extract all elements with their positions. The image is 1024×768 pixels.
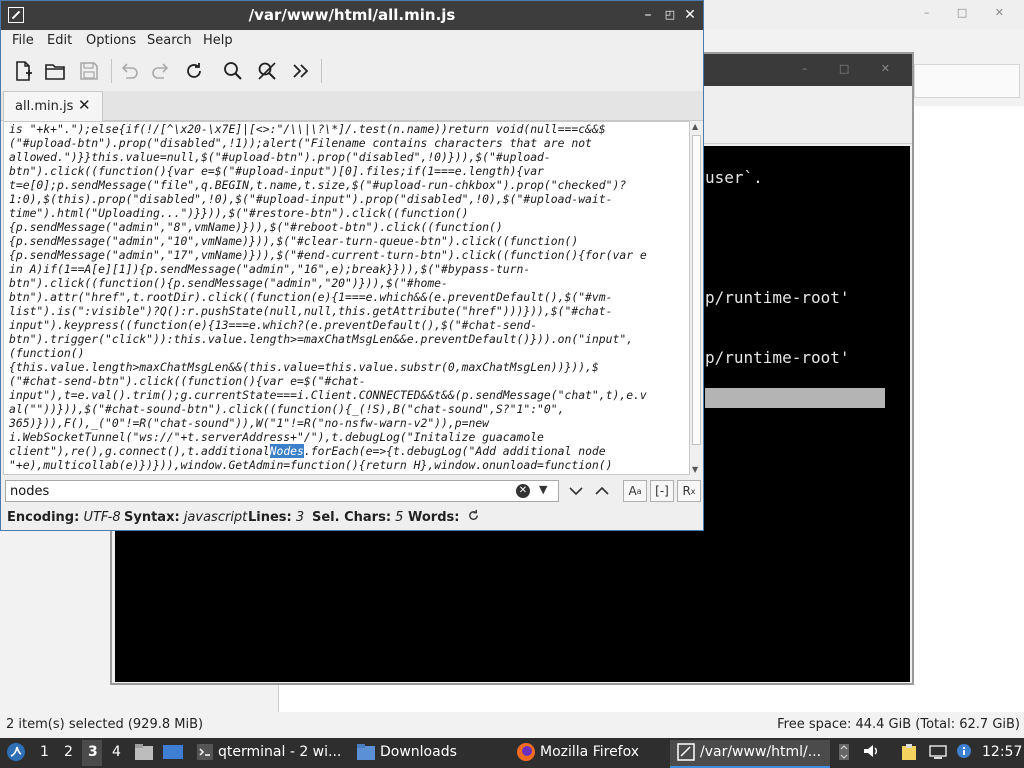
file-manager-status-selection: 2 item(s) selected (929.8 MiB) — [6, 717, 204, 732]
file-manager-window-controls[interactable]: – □ ✕ — [924, 6, 1016, 19]
regex-icon[interactable]: Rx — [677, 480, 701, 502]
search-highlight: Nodes — [269, 444, 304, 458]
open-folder-icon[interactable] — [43, 59, 67, 83]
find-next-icon[interactable] — [564, 480, 588, 502]
code-editor[interactable]: is "+k+".");else{if(!/[^\x20-\x7E]|[<>:"… — [3, 121, 690, 475]
terminal-line: user`. — [705, 168, 763, 187]
editor-statusbar: Encoding: UTF-8 Syntax: javascript Lines… — [1, 507, 703, 529]
scrollbar-thumb[interactable] — [692, 135, 701, 445]
find-bar: ✕ ▼ Aa [-] Rx — [1, 477, 703, 507]
workspace-1[interactable]: 1 — [40, 744, 49, 760]
status-selected-chars: Sel. Chars: 5 — [312, 510, 404, 525]
start-menu-icon[interactable] — [6, 742, 26, 766]
tabbar: all.min.js ✕ — [1, 91, 703, 122]
workspace-3[interactable]: 3 — [88, 744, 98, 760]
refresh-words-icon[interactable] — [467, 509, 480, 526]
tab-close-icon[interactable]: ✕ — [78, 96, 91, 114]
task-firefox[interactable]: Mozilla Firefox — [540, 744, 639, 760]
redo-icon[interactable] — [149, 59, 173, 83]
replace-icon[interactable] — [255, 59, 279, 83]
network-icon[interactable] — [928, 743, 948, 765]
terminal-icon[interactable] — [196, 743, 214, 765]
editor-icon[interactable] — [677, 743, 695, 765]
editor-titlebar[interactable]: /var/www/html/all.min.js – ◰ ✕ — [1, 1, 703, 30]
tab-all-min-js[interactable]: all.min.js ✕ — [3, 91, 103, 122]
task-downloads[interactable]: Downloads — [380, 744, 457, 760]
maximize-icon[interactable]: ◰ — [662, 7, 678, 23]
menu-file[interactable]: File — [12, 33, 34, 48]
menubar: File Edit Options Search Help — [1, 30, 703, 52]
terminal-window-controls[interactable]: – □ ✕ — [802, 62, 904, 75]
save-icon[interactable] — [77, 59, 101, 83]
status-words: Words: — [408, 510, 460, 525]
status-encoding: Encoding: UTF-8 — [7, 510, 121, 525]
file-manager-status-free-space: Free space: 44.4 GiB (Total: 62.7 GiB) — [777, 717, 1020, 732]
terminal-selection — [705, 388, 885, 408]
close-icon[interactable]: ✕ — [682, 7, 698, 23]
status-syntax: Syntax: javascript — [124, 510, 248, 525]
menu-search[interactable]: Search — [147, 33, 192, 48]
clock[interactable]: 12:57 — [982, 744, 1022, 760]
task-qterminal[interactable]: qterminal - 2 wi... — [218, 744, 341, 760]
file-manager-titlebar[interactable]: – □ ✕ — [704, 0, 1024, 30]
menu-edit[interactable]: Edit — [47, 33, 72, 48]
search-icon[interactable] — [221, 59, 245, 83]
minimize-icon[interactable]: – — [640, 7, 656, 23]
show-desktop-icon[interactable] — [162, 743, 184, 765]
menu-help[interactable]: Help — [203, 33, 233, 48]
volume-icon[interactable] — [862, 742, 880, 764]
terminal-line: p/runtime-root' — [705, 288, 850, 307]
tray-scroll-icon[interactable] — [838, 743, 850, 765]
firefox-icon[interactable] — [516, 742, 536, 766]
taskbar: 1 2 3 4 qterminal - 2 wi... Downloads Mo… — [0, 738, 1024, 768]
chevron-down-icon[interactable]: ▼ — [539, 483, 547, 496]
find-input[interactable] — [5, 480, 559, 502]
vertical-scrollbar[interactable]: ▲ ▼ — [690, 121, 703, 475]
clipboard-icon[interactable] — [900, 743, 918, 765]
workspace-4[interactable]: 4 — [112, 744, 121, 760]
info-icon[interactable] — [956, 743, 972, 763]
window-title: /var/www/html/all.min.js — [248, 6, 456, 24]
toolbar-separator — [321, 59, 322, 83]
scroll-up-icon[interactable]: ▲ — [692, 122, 698, 131]
file-manager-path-field[interactable] — [914, 64, 1020, 98]
more-icon[interactable] — [289, 59, 313, 83]
toolbar-separator — [111, 59, 112, 83]
scroll-down-icon[interactable]: ▼ — [692, 465, 698, 474]
whole-word-icon[interactable]: [-] — [650, 480, 674, 502]
editor-window: /var/www/html/all.min.js – ◰ ✕ File Edit… — [0, 0, 704, 531]
new-file-icon[interactable] — [11, 59, 35, 83]
clear-icon[interactable]: ✕ — [516, 484, 530, 498]
workspace-2[interactable]: 2 — [64, 744, 73, 760]
folder-icon[interactable] — [356, 743, 376, 765]
undo-icon[interactable] — [117, 59, 141, 83]
toolbar — [1, 53, 703, 89]
code-content: is "+k+".");else{if(!/[^\x20-\x7E]|[<>:"… — [9, 122, 647, 472]
case-sensitive-icon[interactable]: Aa — [623, 480, 647, 502]
terminal-line: p/runtime-root' — [705, 348, 850, 367]
reload-icon[interactable] — [182, 59, 206, 83]
tab-label: all.min.js — [15, 99, 74, 114]
find-previous-icon[interactable] — [590, 480, 614, 502]
file-manager-launcher-icon[interactable] — [134, 743, 154, 765]
status-lines: Lines: 3 — [248, 510, 305, 525]
menu-options[interactable]: Options — [86, 33, 136, 48]
task-editor[interactable]: /var/www/html/... — [700, 744, 821, 760]
code-text-before: is "+k+".");else{if(!/[^\x20-\x7E]|[<>:"… — [9, 122, 647, 458]
